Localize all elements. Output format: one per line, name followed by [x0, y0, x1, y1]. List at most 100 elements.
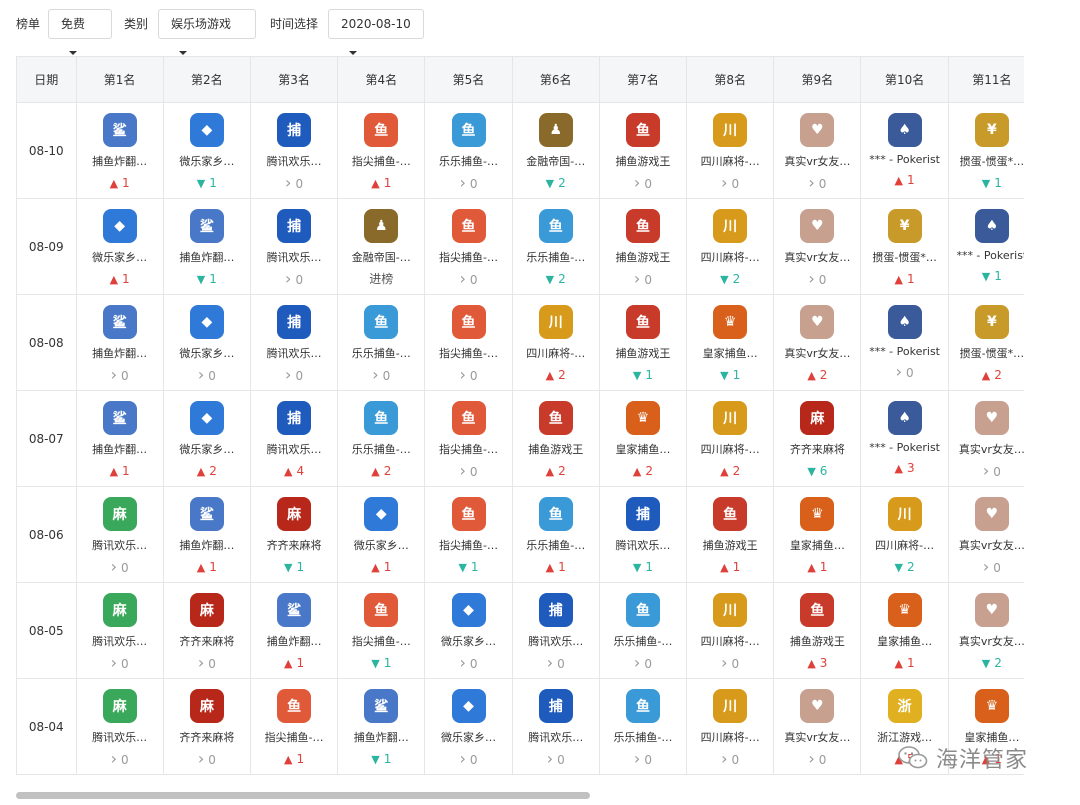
app-cell[interactable]: 鱼指尖捕鱼-… › 0: [424, 294, 513, 391]
app-cell[interactable]: ♥ 真实vr女友… › 0: [947, 390, 1024, 487]
app-cell[interactable]: ♛ 皇家捕鱼… ▼ 1: [686, 294, 775, 391]
girl-app-icon[interactable]: ♥: [800, 689, 835, 723]
gold-app-icon[interactable]: ¥: [974, 305, 1009, 339]
app-name[interactable]: 四川麻将-…: [687, 729, 773, 745]
fish-app-icon[interactable]: 鱼: [364, 113, 399, 147]
app-name[interactable]: 皇家捕鱼…: [774, 537, 860, 553]
app-name[interactable]: 微乐家乡…: [338, 537, 424, 553]
app-name[interactable]: 指尖捕鱼-…: [338, 153, 424, 169]
app-cell[interactable]: ♥ 真实vr女友… ▼ 2: [947, 582, 1024, 679]
app-cell[interactable]: 鱼捕鱼游戏王 ▲ 3: [773, 582, 862, 679]
app-name[interactable]: 捕鱼游戏王: [600, 345, 686, 361]
app-name[interactable]: *** - Pokerist: [949, 249, 1024, 262]
poker-app-icon[interactable]: ♠: [887, 113, 922, 147]
app-name[interactable]: 微乐家乡…: [77, 249, 163, 265]
app-name[interactable]: 微乐家乡…: [425, 633, 511, 649]
app-cell[interactable]: 鱼乐乐捕鱼-… › 0: [337, 294, 426, 391]
mahjong-app-icon[interactable]: 川: [713, 689, 748, 723]
app-name[interactable]: 金融帝国-…: [513, 153, 599, 169]
fish-app-icon[interactable]: 鱼: [713, 497, 748, 531]
app-cell[interactable]: 捕腾讯欢乐… › 0: [511, 582, 600, 679]
app-cell[interactable]: 捕腾讯欢乐… › 0: [249, 102, 339, 199]
zhejiang-app-icon[interactable]: 浙: [887, 689, 922, 723]
fish-app-icon[interactable]: 鱼: [277, 689, 312, 723]
app-cell[interactable]: 鱼指尖捕鱼-… ▲ 1: [249, 678, 339, 775]
app-name[interactable]: 捕鱼炸翻…: [164, 249, 250, 265]
shark-app-icon[interactable]: 鲨: [189, 497, 224, 531]
app-name[interactable]: 捕鱼游戏王: [600, 249, 686, 265]
app-cell[interactable]: ♛ 皇家捕鱼… ▲ 2: [598, 390, 688, 487]
app-cell[interactable]: 鱼指尖捕鱼-… ▼ 1: [424, 486, 513, 583]
app-cell[interactable]: 麻腾讯欢乐… › 0: [75, 582, 164, 679]
app-name[interactable]: 指尖捕鱼-…: [425, 249, 511, 265]
app-name[interactable]: 真实vr女友…: [774, 729, 860, 745]
app-name[interactable]: 捕鱼游戏王: [687, 537, 773, 553]
royal-app-icon[interactable]: ♛: [800, 497, 835, 531]
fish-app-icon[interactable]: 鱼: [364, 305, 399, 339]
mahjong-app-icon[interactable]: 川: [887, 497, 922, 531]
buyu-app-icon[interactable]: 捕: [625, 497, 660, 531]
app-name[interactable]: 真实vr女友…: [949, 441, 1024, 457]
app-cell[interactable]: 麻齐齐来麻将 ▼ 1: [249, 486, 339, 583]
fish-app-icon[interactable]: 鱼: [800, 593, 835, 627]
girl-app-icon[interactable]: ♥: [974, 593, 1009, 627]
app-cell[interactable]: 川四川麻将-… ▼ 2: [860, 486, 949, 583]
app-cell[interactable]: ¥ 掼蛋-惯蛋*… ▲ 1: [860, 198, 949, 295]
shark-app-icon[interactable]: 鲨: [277, 593, 312, 627]
app-name[interactable]: 乐乐捕鱼-…: [513, 537, 599, 553]
fish-app-icon[interactable]: 鱼: [625, 305, 660, 339]
fish-app-icon[interactable]: 鱼: [451, 497, 486, 531]
app-cell[interactable]: 鱼捕鱼游戏王 ▲ 2: [511, 390, 600, 487]
app-name[interactable]: 微乐家乡…: [425, 729, 511, 745]
app-cell[interactable]: ◆ 微乐家乡… ▲ 1: [75, 198, 164, 295]
app-cell[interactable]: ♥ 真实vr女友… › 0: [773, 198, 862, 295]
dice-app-icon[interactable]: ◆: [451, 689, 486, 723]
app-name[interactable]: 掼蛋-惯蛋*…: [949, 153, 1024, 169]
app-name[interactable]: 腾讯欢乐…: [77, 633, 163, 649]
app-name[interactable]: 指尖捕鱼-…: [425, 537, 511, 553]
app-name[interactable]: 乐乐捕鱼-…: [513, 249, 599, 265]
gold-app-icon[interactable]: ¥: [887, 209, 922, 243]
app-cell[interactable]: 鲨捕鱼炸翻… ▼ 1: [337, 678, 426, 775]
app-cell[interactable]: 捕腾讯欢乐… › 0: [249, 198, 339, 295]
dice-app-icon[interactable]: ◆: [364, 497, 399, 531]
app-name[interactable]: 微乐家乡…: [164, 153, 250, 169]
app-cell[interactable]: ♥ 真实vr女友… ▲ 2: [773, 294, 862, 391]
tile-app-icon[interactable]: 麻: [277, 497, 312, 531]
app-name[interactable]: 腾讯欢乐…: [513, 729, 599, 745]
app-name[interactable]: 微乐家乡…: [164, 441, 250, 457]
app-cell[interactable]: ◆ 微乐家乡… ▲ 1: [337, 486, 426, 583]
app-name[interactable]: 捕鱼游戏王: [600, 153, 686, 169]
poker-app-icon[interactable]: ♠: [887, 401, 922, 435]
app-name[interactable]: 腾讯欢乐…: [251, 153, 337, 169]
app-name[interactable]: 腾讯欢乐…: [77, 537, 163, 553]
category-select[interactable]: 娱乐场游戏: [158, 9, 256, 55]
tile-app-icon[interactable]: 麻: [189, 689, 224, 723]
app-cell[interactable]: ¥ 掼蛋-惯蛋*… ▲ 2: [947, 294, 1024, 391]
tile-app-icon[interactable]: 麻: [189, 593, 224, 627]
app-cell[interactable]: 川四川麻将-… › 0: [686, 678, 775, 775]
app-name[interactable]: 四川麻将-…: [513, 345, 599, 361]
app-cell[interactable]: 捕腾讯欢乐… › 0: [511, 678, 600, 775]
shark-app-icon[interactable]: 鲨: [364, 689, 399, 723]
app-cell[interactable]: ♛ 皇家捕鱼… ▲ 1: [860, 582, 949, 679]
app-cell[interactable]: 鲨捕鱼炸翻… ▲ 1: [162, 486, 251, 583]
app-cell[interactable]: 川四川麻将-… ▲ 2: [686, 390, 775, 487]
app-name[interactable]: 腾讯欢乐…: [77, 729, 163, 745]
app-name[interactable]: 捕鱼游戏王: [774, 633, 860, 649]
fish-app-icon[interactable]: 鱼: [451, 305, 486, 339]
buyu-app-icon[interactable]: 捕: [538, 689, 573, 723]
app-cell[interactable]: ♠ *** - Pokerist ▲ 3: [860, 390, 949, 487]
app-name[interactable]: 指尖捕鱼-…: [425, 441, 511, 457]
girl-app-icon[interactable]: ♥: [800, 113, 835, 147]
app-cell[interactable]: ◆ 微乐家乡… › 0: [424, 678, 513, 775]
app-name[interactable]: 乐乐捕鱼-…: [600, 633, 686, 649]
shark-app-icon[interactable]: 鲨: [102, 305, 137, 339]
fish-app-icon[interactable]: 鱼: [625, 209, 660, 243]
app-cell[interactable]: 鱼乐乐捕鱼-… ▲ 2: [337, 390, 426, 487]
royal-app-icon[interactable]: ♛: [974, 689, 1009, 723]
app-name[interactable]: 腾讯欢乐…: [251, 249, 337, 265]
app-cell[interactable]: 麻齐齐来麻将 ▼ 6: [773, 390, 862, 487]
app-cell[interactable]: 鱼乐乐捕鱼-… › 0: [598, 678, 688, 775]
app-cell[interactable]: 川四川麻将-… › 0: [686, 582, 775, 679]
